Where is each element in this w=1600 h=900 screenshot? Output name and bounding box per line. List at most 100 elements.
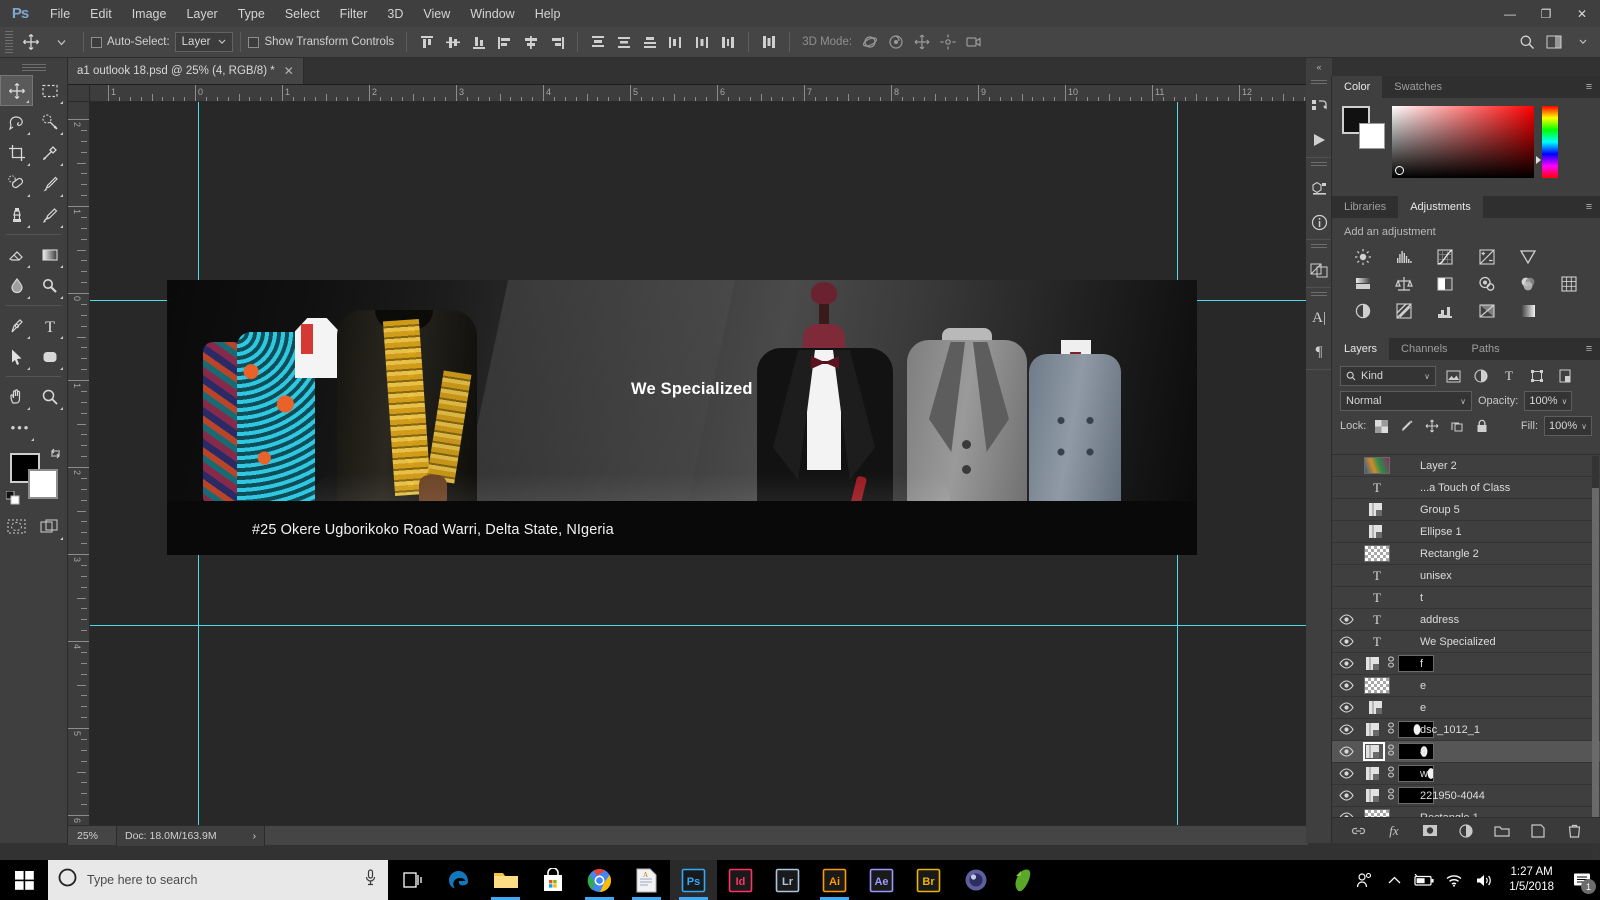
- layer-mask-link-icon[interactable]: [1387, 744, 1395, 759]
- layer-list[interactable]: Layer 2T...a Touch of ClassGroup 5Ellips…: [1332, 454, 1600, 817]
- layer-thumbnail-group[interactable]: [1360, 457, 1420, 474]
- align-bottom-edges-icon[interactable]: [466, 31, 492, 53]
- layer-thumbnail-group[interactable]: T: [1360, 589, 1420, 606]
- table-row[interactable]: 4: [1332, 741, 1600, 763]
- layer-mask-link-icon[interactable]: [1387, 722, 1395, 737]
- move-tool-icon[interactable]: [16, 30, 46, 54]
- volume-icon[interactable]: [1469, 860, 1499, 900]
- tab-adjustments[interactable]: Adjustments: [1398, 196, 1483, 218]
- link-layers-icon[interactable]: [1348, 821, 1368, 841]
- layer-thumbnail-group[interactable]: T: [1360, 567, 1420, 584]
- curves-icon[interactable]: [1434, 247, 1456, 267]
- layer-thumbnail-group[interactable]: [1360, 545, 1420, 562]
- microsoft-store-icon[interactable]: [529, 860, 576, 900]
- guide-horizontal-bottom[interactable]: [90, 625, 1308, 626]
- history-brush-tool[interactable]: [33, 199, 66, 230]
- lasso-tool[interactable]: [0, 106, 33, 137]
- align-top-edges-icon[interactable]: [414, 31, 440, 53]
- layers-scrollbar-thumb[interactable]: [1592, 488, 1599, 818]
- maximize-button[interactable]: ❐: [1528, 0, 1564, 27]
- layer-mask-link-icon[interactable]: [1387, 766, 1395, 781]
- rectangular-marquee-tool[interactable]: [33, 75, 66, 106]
- layer-thumbnail-group[interactable]: [1360, 501, 1420, 518]
- eraser-tool[interactable]: [0, 239, 33, 270]
- table-row[interactable]: Tunisex: [1332, 565, 1600, 587]
- lock-transparent-pixels-icon[interactable]: [1372, 417, 1391, 436]
- layer-type-thumbnail[interactable]: T: [1364, 567, 1390, 584]
- distribute-top-edges-icon[interactable]: [585, 31, 611, 53]
- channel-mixer-icon[interactable]: [1517, 274, 1539, 294]
- options-bar-grip[interactable]: [5, 31, 13, 53]
- chevron-right-icon[interactable]: ›: [253, 830, 257, 842]
- layers-panel-menu-icon[interactable]: ≡: [1578, 338, 1600, 360]
- dodge-tool[interactable]: [33, 270, 66, 301]
- gradient-map-icon[interactable]: [1476, 301, 1498, 321]
- layer-name[interactable]: We Specialized: [1420, 636, 1496, 648]
- document-tab[interactable]: a1 outlook 18.psd @ 25% (4, RGB/8) * ✕: [68, 58, 304, 84]
- chevron-down-icon[interactable]: ∨: [1424, 372, 1430, 381]
- workspace-chevron-icon[interactable]: [1570, 31, 1596, 53]
- layer-smart-object-thumbnail[interactable]: [1364, 721, 1384, 738]
- hue-saturation-icon[interactable]: [1352, 274, 1374, 294]
- rail-grip[interactable]: [1311, 292, 1327, 298]
- rounded-rectangle-tool[interactable]: [33, 341, 66, 372]
- layer-name[interactable]: Ellipse 1: [1420, 526, 1462, 538]
- layer-name[interactable]: Layer 2: [1420, 460, 1457, 472]
- paragraph-icon[interactable]: ¶: [1306, 335, 1332, 369]
- adobe-indesign-icon[interactable]: Id: [717, 860, 764, 900]
- task-view-icon[interactable]: [388, 860, 435, 900]
- auto-select-scope-dropdown[interactable]: Layer: [175, 32, 234, 52]
- layer-visibility-toggle[interactable]: [1332, 724, 1360, 735]
- edit-toolbar-more-icon[interactable]: •••: [4, 412, 37, 443]
- auto-select-checkbox[interactable]: [91, 37, 102, 48]
- quick-selection-tool[interactable]: [33, 106, 66, 137]
- layer-thumbnail-group[interactable]: T: [1360, 611, 1420, 628]
- layer-smart-object-thumbnail[interactable]: [1364, 501, 1390, 518]
- layer-name[interactable]: Rectangle 2: [1420, 548, 1479, 560]
- new-adjustment-layer-icon[interactable]: [1456, 821, 1476, 841]
- color-picker-field[interactable]: [1392, 106, 1534, 178]
- menu-item-image[interactable]: Image: [122, 3, 177, 25]
- evernote-icon[interactable]: [999, 860, 1046, 900]
- color-panel-menu-icon[interactable]: ≡: [1578, 76, 1600, 98]
- show-desktop-button[interactable]: [1595, 860, 1600, 900]
- layer-smart-object-thumbnail[interactable]: [1364, 523, 1390, 540]
- layer-name[interactable]: e: [1420, 680, 1426, 692]
- move-tool[interactable]: [0, 75, 33, 106]
- layer-smart-object-thumbnail[interactable]: [1364, 765, 1384, 782]
- tab-libraries[interactable]: Libraries: [1332, 196, 1398, 218]
- filter-adjustment-icon[interactable]: [1470, 366, 1492, 386]
- eyedropper-tool[interactable]: [33, 137, 66, 168]
- table-row[interactable]: dsc_1012_1: [1332, 719, 1600, 741]
- table-row[interactable]: e: [1332, 675, 1600, 697]
- layer-image-thumbnail[interactable]: [1364, 457, 1390, 474]
- table-row[interactable]: TWe Specialized: [1332, 631, 1600, 653]
- crop-tool[interactable]: [0, 137, 33, 168]
- color-lookup-icon[interactable]: [1558, 274, 1580, 294]
- windows-start-icon[interactable]: [0, 860, 48, 900]
- zoom-tool[interactable]: [33, 381, 66, 412]
- table-row[interactable]: w: [1332, 763, 1600, 785]
- collapse-panels-icon[interactable]: «: [1306, 58, 1332, 76]
- adobe-aftereffects-icon[interactable]: Ae: [858, 860, 905, 900]
- adobe-illustrator-icon[interactable]: Ai: [811, 860, 858, 900]
- photo-filter-icon[interactable]: [1476, 274, 1498, 294]
- table-row[interactable]: 221950-4044: [1332, 785, 1600, 807]
- hue-slider-handle[interactable]: [1536, 156, 1541, 164]
- taskbar-clock[interactable]: 1:27 AM 1/5/2018: [1499, 865, 1564, 895]
- color-picker-cursor[interactable]: [1395, 166, 1404, 175]
- black-white-icon[interactable]: [1434, 274, 1456, 294]
- distribute-horizontal-centers-icon[interactable]: [689, 31, 715, 53]
- layer-thumbnail-group[interactable]: [1360, 787, 1420, 804]
- distribute-left-edges-icon[interactable]: [663, 31, 689, 53]
- filter-type-icon[interactable]: T: [1498, 366, 1520, 386]
- layer-thumbnail-group[interactable]: [1360, 765, 1420, 782]
- delete-layer-icon[interactable]: [1564, 821, 1584, 841]
- clone-stamp-tool[interactable]: [0, 199, 33, 230]
- distribute-bottom-edges-icon[interactable]: [637, 31, 663, 53]
- spot-healing-brush-tool[interactable]: [0, 168, 33, 199]
- layer-filter-kind-dropdown[interactable]: Kind ∨: [1340, 366, 1436, 386]
- actions-play-icon[interactable]: [1306, 123, 1332, 157]
- layer-mask-thumbnail[interactable]: [1398, 765, 1434, 782]
- layer-name[interactable]: e: [1420, 702, 1426, 714]
